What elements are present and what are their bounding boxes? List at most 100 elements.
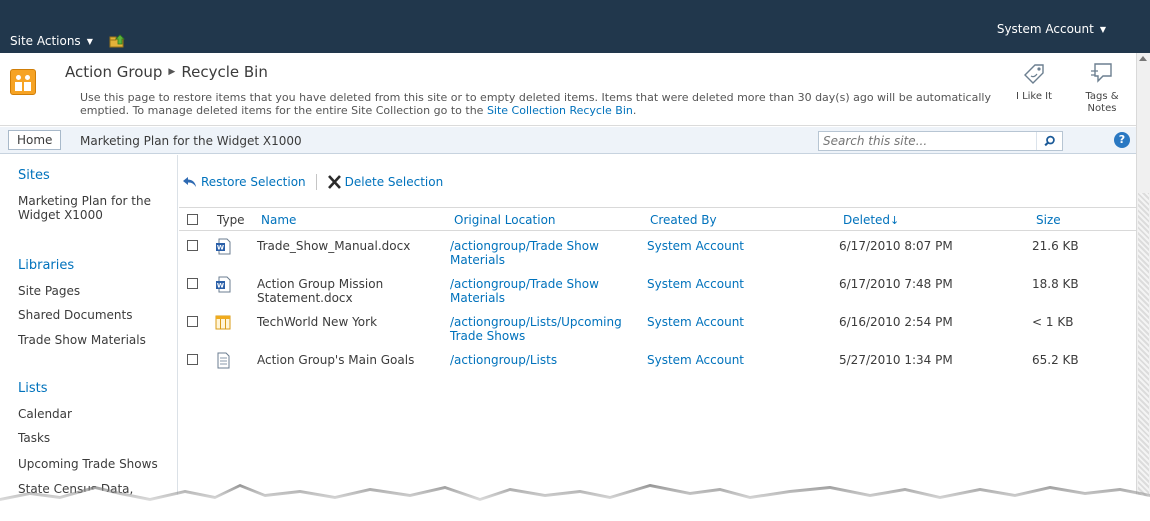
ql-item-trade-show-materials[interactable]: Trade Show Materials — [18, 333, 173, 347]
item-name-line: Trade_Show_Manual.docx — [257, 239, 411, 253]
delete-selection-button[interactable]: Delete Selection — [327, 175, 444, 189]
scroll-up-icon[interactable] — [1139, 56, 1147, 61]
calendar-item-icon — [215, 315, 231, 330]
item-name: Action Group's Main Goals — [257, 353, 414, 367]
list-item-icon — [217, 352, 230, 369]
quick-launch: Sites Marketing Plan for the Widget X100… — [0, 155, 178, 521]
select-all-checkbox[interactable] — [187, 214, 198, 225]
ql-item-upcoming-trade-shows[interactable]: Upcoming Trade Shows — [18, 457, 173, 471]
item-name-line: Action Group's Main Goals — [257, 353, 415, 367]
table-row[interactable]: W Action Group Mission Statement.docx /a… — [179, 275, 1136, 313]
tags-notes-icon — [1091, 63, 1112, 83]
column-header-name[interactable]: Name — [261, 213, 296, 227]
tags-notes-button[interactable]: Tags & Notes — [1078, 61, 1126, 115]
i-like-it-button[interactable]: I Like It — [1012, 61, 1056, 103]
ql-item-calendar[interactable]: Calendar — [18, 407, 173, 421]
created-by-link[interactable]: System Account — [647, 353, 744, 367]
account-name: System Account — [996, 22, 1094, 36]
item-name: Action Group Mission Statement.docx — [257, 277, 383, 305]
breadcrumb-arrow-icon: ▶ — [168, 67, 176, 77]
recycle-bin-toolbar: Restore Selection Delete Selection — [182, 172, 443, 192]
ql-item-marketing-plan[interactable]: Marketing Plan for the Widget X1000 — [18, 194, 173, 222]
toolbar-divider — [315, 174, 317, 190]
location-line: /actiongroup/Lists — [450, 353, 558, 367]
location-line: /actiongroup/Lists/Upcoming — [450, 315, 622, 329]
svg-text:W: W — [217, 282, 224, 290]
search-box — [818, 131, 1063, 151]
thumbs-tag-icon — [1024, 64, 1044, 84]
item-name-line: Action Group Mission — [257, 277, 384, 291]
ql-heading-libraries[interactable]: Libraries — [18, 258, 74, 273]
account-menu[interactable]: System Account ▼ — [997, 22, 1106, 36]
site-collection-recycle-bin-link[interactable]: Site Collection Recycle Bin — [487, 104, 633, 117]
table-row[interactable]: W Trade_Show_Manual.docx /actiongroup/Tr… — [179, 237, 1136, 275]
deleted-date: 6/17/2010 8:07 PM — [839, 239, 953, 253]
search-icon[interactable] — [1036, 132, 1062, 150]
sort-descending-icon: ↓ — [890, 214, 900, 227]
torn-edge-decoration — [0, 484, 1150, 521]
site-logo-icon[interactable] — [10, 69, 36, 95]
created-by-link[interactable]: System Account — [647, 239, 744, 253]
ql-item-line: Marketing Plan for the — [18, 194, 151, 208]
recycle-bin-table: Type Name Original Location Created By D… — [179, 207, 1136, 507]
page-title: Recycle Bin — [181, 63, 268, 81]
row-checkbox[interactable] — [187, 316, 198, 327]
table-row[interactable]: TechWorld New York /actiongroup/Lists/Up… — [179, 313, 1136, 351]
item-size: 21.6 KB — [1032, 239, 1079, 253]
navigate-up-icon[interactable] — [109, 34, 125, 48]
ql-heading-lists[interactable]: Lists — [18, 381, 48, 396]
item-size: 18.8 KB — [1032, 277, 1079, 291]
restore-arrow-icon — [183, 177, 196, 187]
page-description: Use this page to restore items that you … — [80, 91, 1000, 117]
word-doc-icon: W — [216, 238, 231, 255]
deleted-header-label: Deleted — [843, 213, 891, 227]
vertical-scrollbar[interactable] — [1136, 53, 1150, 521]
deleted-date: 6/17/2010 7:48 PM — [839, 277, 953, 291]
tab-marketing-plan[interactable]: Marketing Plan for the Widget X1000 — [80, 134, 302, 148]
delete-x-icon — [327, 175, 341, 189]
chevron-down-icon: ▼ — [86, 36, 93, 46]
site-actions-menu[interactable]: Site Actions ▼ — [10, 34, 125, 48]
table-header: Type Name Original Location Created By D… — [179, 207, 1136, 231]
location-line: Materials — [450, 253, 506, 267]
ql-item-site-pages[interactable]: Site Pages — [18, 284, 173, 298]
row-checkbox[interactable] — [187, 354, 198, 365]
word-doc-icon: W — [216, 276, 231, 293]
column-header-deleted[interactable]: Deleted↓ — [843, 213, 899, 228]
ql-item-tasks[interactable]: Tasks — [18, 431, 173, 445]
top-ribbon: Site Actions ▼ System Account ▼ — [0, 0, 1150, 53]
table-row[interactable]: Action Group's Main Goals /actiongroup/L… — [179, 351, 1136, 389]
ql-heading-sites[interactable]: Sites — [18, 168, 50, 183]
column-header-created-by[interactable]: Created By — [650, 213, 717, 227]
search-input[interactable] — [819, 132, 1029, 150]
original-location-link[interactable]: /actiongroup/Lists/Upcoming Trade Shows — [450, 315, 622, 343]
original-location-link[interactable]: /actiongroup/Trade Show Materials — [450, 277, 599, 305]
tab-home[interactable]: Home — [8, 130, 62, 150]
column-header-size[interactable]: Size — [1036, 213, 1061, 227]
column-header-type: Type — [217, 213, 245, 227]
location-line: Materials — [450, 291, 506, 305]
original-location-link[interactable]: /actiongroup/Trade Show Materials — [450, 239, 599, 267]
original-location-link[interactable]: /actiongroup/Lists — [450, 353, 557, 367]
restore-selection-button[interactable]: Restore Selection — [182, 175, 306, 189]
item-name: Trade_Show_Manual.docx — [257, 239, 410, 253]
description-end: . — [632, 104, 637, 117]
deleted-date: 6/16/2010 2:54 PM — [839, 315, 953, 329]
location-line: /actiongroup/Trade Show — [450, 239, 599, 253]
column-header-original-location[interactable]: Original Location — [454, 213, 556, 227]
created-by-link[interactable]: System Account — [647, 277, 744, 291]
breadcrumb: Action Group ▶ Recycle Bin — [65, 63, 268, 81]
breadcrumb-site[interactable]: Action Group — [65, 63, 162, 81]
ql-item-shared-documents[interactable]: Shared Documents — [18, 308, 173, 322]
title-area: Action Group ▶ Recycle Bin Use this page… — [0, 53, 1136, 126]
i-like-it-label: I Like It — [1015, 91, 1053, 102]
created-by-link[interactable]: System Account — [647, 315, 744, 329]
location-line: /actiongroup/Trade Show — [450, 277, 599, 291]
restore-selection-label: Restore Selection — [201, 175, 306, 189]
ql-item-line: Widget X1000 — [18, 208, 103, 222]
chevron-down-icon: ▼ — [1099, 24, 1106, 34]
help-icon[interactable]: ? — [1114, 132, 1130, 148]
delete-selection-label: Delete Selection — [344, 175, 444, 189]
row-checkbox[interactable] — [187, 240, 198, 251]
row-checkbox[interactable] — [187, 278, 198, 289]
